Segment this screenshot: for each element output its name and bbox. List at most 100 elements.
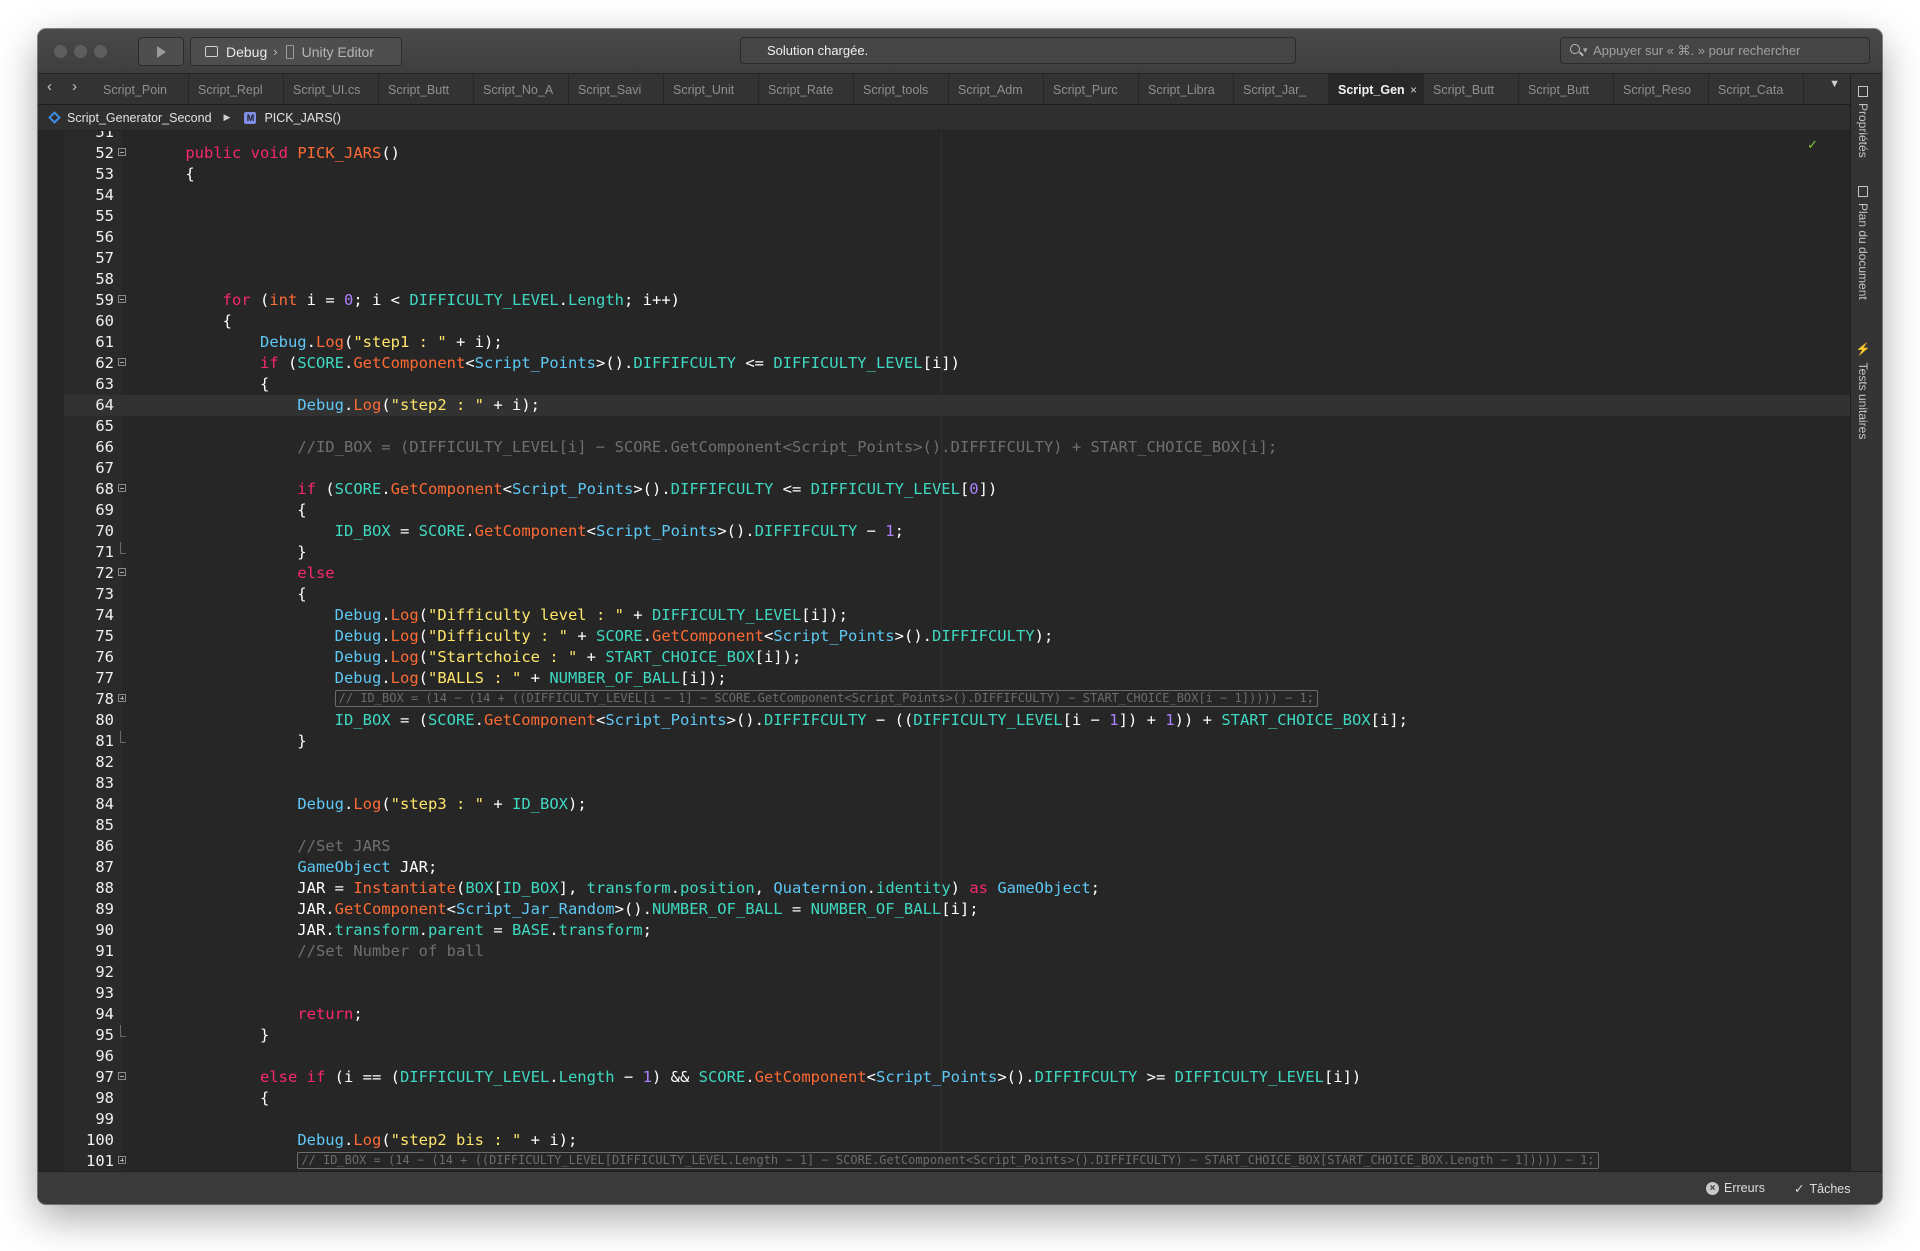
code-line[interactable]: 62 if (SCORE.GetComponent<Script_Points>… <box>64 353 1850 374</box>
code-line[interactable]: 52 public void PICK_JARS() <box>64 143 1850 164</box>
code-line[interactable]: 67 <box>64 458 1850 479</box>
breadcrumb-method[interactable]: PICK_JARS() <box>264 111 340 125</box>
code-line[interactable]: 82 <box>64 752 1850 773</box>
code-line[interactable]: 71 } <box>64 542 1850 563</box>
code-line[interactable]: 59 for (int i = 0; i < DIFFICULTY_LEVEL.… <box>64 290 1850 311</box>
collapse-fold-icon[interactable] <box>118 295 126 303</box>
code-text: { <box>148 500 306 521</box>
code-line[interactable]: 97 else if (i == (DIFFICULTY_LEVEL.Lengt… <box>64 1067 1850 1088</box>
tab-document[interactable]: Script_Gen × <box>1329 74 1424 104</box>
collapse-fold-icon[interactable] <box>118 358 126 366</box>
run-button[interactable] <box>138 37 184 66</box>
code-line[interactable]: 73 { <box>64 584 1850 605</box>
minimize-window-button[interactable] <box>74 45 87 58</box>
code-line[interactable]: 77 Debug.Log("BALLS : " + NUMBER_OF_BALL… <box>64 668 1850 689</box>
tab-document[interactable]: Script_Adm <box>949 74 1044 104</box>
tab-document[interactable]: Script_tools <box>854 74 949 104</box>
code-line[interactable]: 63 { <box>64 374 1850 395</box>
tab-document[interactable]: Script_Libra <box>1139 74 1234 104</box>
code-line[interactable]: 98 { <box>64 1088 1850 1109</box>
code-line[interactable]: 83 <box>64 773 1850 794</box>
code-line[interactable]: 74 Debug.Log("Difficulty level : " + DIF… <box>64 605 1850 626</box>
tab-document[interactable]: Script_Repl <box>189 74 284 104</box>
code-line[interactable]: 65 <box>64 416 1850 437</box>
collapse-fold-icon[interactable] <box>118 1072 126 1080</box>
folded-comment[interactable]: // ID_BOX = (14 − (14 + ((DIFFICULTY_LEV… <box>297 1152 1599 1169</box>
code-line[interactable]: 53 { <box>64 164 1850 185</box>
collapse-fold-icon[interactable] <box>118 148 126 156</box>
collapse-fold-icon[interactable] <box>118 484 126 492</box>
code-line[interactable]: 70 ID_BOX = SCORE.GetComponent<Script_Po… <box>64 521 1850 542</box>
errors-pad-button[interactable]: × Erreurs <box>1706 1181 1765 1195</box>
close-tab-icon[interactable]: × <box>1410 74 1417 104</box>
code-line[interactable]: 68 if (SCORE.GetComponent<Script_Points>… <box>64 479 1850 500</box>
zoom-window-button[interactable] <box>94 45 107 58</box>
code-line[interactable]: 96 <box>64 1046 1850 1067</box>
code-editor[interactable]: 51 52 public void PICK_JARS() 53 {54 55 56 57… <box>38 131 1850 1172</box>
code-line[interactable]: 60 { <box>64 311 1850 332</box>
tab-document[interactable]: Script_Savi <box>569 74 664 104</box>
code-line[interactable]: 94 return; <box>64 1004 1850 1025</box>
code-line[interactable]: 78 // ID_BOX = (14 − (14 + ((DIFFICULTY_… <box>64 689 1850 710</box>
code-line[interactable]: 85 <box>64 815 1850 836</box>
tab-document[interactable]: Script_Purc <box>1044 74 1139 104</box>
code-line[interactable]: 76 Debug.Log("Startchoice : " + START_CH… <box>64 647 1850 668</box>
tasks-pad-button[interactable]: ✓ Tâches <box>1794 1181 1850 1197</box>
expand-fold-icon[interactable] <box>118 694 126 702</box>
code-line[interactable]: 89 JAR.GetComponent<Script_Jar_Random>()… <box>64 899 1850 920</box>
code-line[interactable]: 100 Debug.Log("step2 bis : " + i); <box>64 1130 1850 1151</box>
tab-document[interactable]: Script_Butt <box>379 74 474 104</box>
code-line[interactable]: 87 GameObject JAR; <box>64 857 1850 878</box>
tab-document[interactable]: Script_Butt <box>1424 74 1519 104</box>
code-line[interactable]: 81 } <box>64 731 1850 752</box>
code-line[interactable]: 90 JAR.transform.parent = BASE.transform… <box>64 920 1850 941</box>
tab-document[interactable]: Script_Reso <box>1614 74 1709 104</box>
back-arrow-icon[interactable]: ‹ <box>47 78 52 95</box>
close-window-button[interactable] <box>54 45 67 58</box>
collapse-fold-icon[interactable] <box>118 568 126 576</box>
code-line[interactable]: 75 Debug.Log("Difficulty : " + SCORE.Get… <box>64 626 1850 647</box>
code-line[interactable]: 58 <box>64 269 1850 290</box>
code-line[interactable]: 88 JAR = Instantiate(BOX[ID_BOX], transf… <box>64 878 1850 899</box>
code-line[interactable]: 69 { <box>64 500 1850 521</box>
code-line[interactable]: 54 <box>64 185 1850 206</box>
tab-document[interactable]: Script_Poin <box>94 74 189 104</box>
code-line[interactable]: 92 <box>64 962 1850 983</box>
code-line[interactable]: 80 ID_BOX = (SCORE.GetComponent<Script_P… <box>64 710 1850 731</box>
folded-comment[interactable]: // ID_BOX = (14 − (14 + ((DIFFICULTY_LEV… <box>334 690 1318 707</box>
code-line[interactable]: 99 <box>64 1109 1850 1130</box>
code-line[interactable]: 86 //Set JARS <box>64 836 1850 857</box>
outline-label: Plan du document <box>1856 203 1870 300</box>
code-line[interactable]: 51 <box>64 131 1850 143</box>
tab-overflow-icon[interactable]: ▼ <box>1829 78 1840 90</box>
tab-document[interactable]: Script_UI.cs <box>284 74 379 104</box>
tab-document[interactable]: Script_Unit <box>664 74 759 104</box>
code-line[interactable]: 101 // ID_BOX = (14 − (14 + ((DIFFICULTY… <box>64 1151 1850 1172</box>
unit-tests-pad-tab[interactable]: ⚡ Tests unitaires <box>1856 342 1870 439</box>
search-field[interactable]: ▾ Appuyer sur « ⌘. » pour rechercher <box>1560 37 1870 64</box>
code-line[interactable]: 55 <box>64 206 1850 227</box>
code-line[interactable]: 95 } <box>64 1025 1850 1046</box>
configuration-selector[interactable]: Debug › Unity Editor <box>190 37 402 66</box>
forward-arrow-icon[interactable]: › <box>72 78 77 95</box>
tab-document[interactable]: Script_Butt <box>1519 74 1614 104</box>
code-line[interactable]: 84 Debug.Log("step3 : " + ID_BOX); <box>64 794 1850 815</box>
code-line[interactable]: 57 <box>64 248 1850 269</box>
tab-document[interactable]: Script_Cata <box>1709 74 1804 104</box>
tab-document[interactable]: Script_No_A <box>474 74 569 104</box>
expand-fold-icon[interactable] <box>118 1156 126 1164</box>
breadcrumb-class[interactable]: Script_Generator_Second <box>67 111 212 125</box>
code-line[interactable]: 56 <box>64 227 1850 248</box>
tab-document[interactable]: Script_Jar_ <box>1234 74 1329 104</box>
tab-document[interactable]: Script_Rate <box>759 74 854 104</box>
document-outline-pad-tab[interactable]: Plan du document <box>1856 186 1870 300</box>
code-line[interactable]: 64 Debug.Log("step2 : " + i); <box>64 395 1850 416</box>
properties-pad-tab[interactable]: Propriétés <box>1856 86 1870 158</box>
code-line[interactable]: 72 else <box>64 563 1850 584</box>
tab-label: Script_Butt <box>1528 83 1590 97</box>
code-line[interactable]: 66 //ID_BOX = (DIFFICULTY_LEVEL[i] − SCO… <box>64 437 1850 458</box>
code-line[interactable]: 93 <box>64 983 1850 1004</box>
code-line[interactable]: 61 Debug.Log("step1 : " + i); <box>64 332 1850 353</box>
code-line[interactable]: 91 //Set Number of ball <box>64 941 1850 962</box>
code-token: [i]; <box>941 900 979 918</box>
